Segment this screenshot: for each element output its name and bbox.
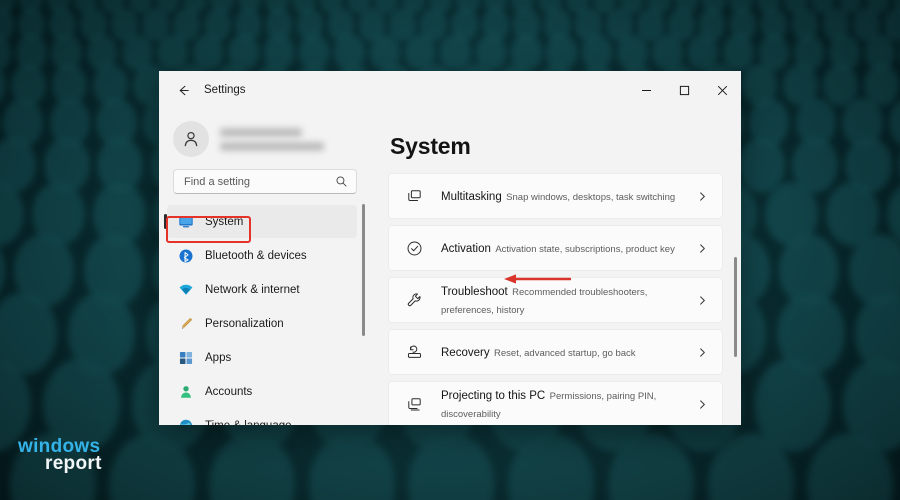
recovery-icon bbox=[403, 341, 425, 363]
search-input[interactable] bbox=[184, 175, 335, 188]
sidebar-item-label: Apps bbox=[205, 351, 232, 364]
chevron-right-icon[interactable] bbox=[697, 399, 708, 410]
card-activation[interactable]: Activation Activation state, subscriptio… bbox=[388, 225, 723, 271]
card-text: Projecting to this PC Permissions, pairi… bbox=[441, 386, 697, 422]
sidebar-item-label: Network & internet bbox=[205, 283, 300, 296]
card-multitasking[interactable]: Multitasking Snap windows, desktops, tas… bbox=[388, 173, 723, 219]
card-subtitle: Reset, advanced startup, go back bbox=[494, 348, 636, 359]
content-scrollbar[interactable] bbox=[734, 257, 737, 357]
card-troubleshoot[interactable]: Troubleshoot Recommended troubleshooters… bbox=[388, 277, 723, 323]
window-controls bbox=[627, 71, 741, 109]
back-arrow-icon[interactable] bbox=[168, 76, 198, 104]
person-icon bbox=[173, 121, 209, 157]
watermark-windows-report: windows report bbox=[18, 437, 102, 473]
card-title: Activation bbox=[441, 243, 491, 255]
wifi-icon bbox=[177, 281, 195, 299]
paintbrush-icon bbox=[177, 315, 195, 333]
sidebar: System Bluetooth & devices bbox=[159, 109, 369, 425]
wrench-icon bbox=[403, 289, 425, 311]
sidebar-item-personalization[interactable]: Personalization bbox=[167, 307, 357, 340]
page-title: System bbox=[390, 133, 471, 159]
card-title: Recovery bbox=[441, 347, 490, 359]
settings-window: Settings Find a setting System Bluetooth… bbox=[159, 71, 741, 425]
sidebar-item-accounts[interactable]: Accounts bbox=[167, 375, 357, 408]
card-recovery[interactable]: Recovery Reset, advanced startup, go bac… bbox=[388, 329, 723, 375]
card-text: Recovery Reset, advanced startup, go bac… bbox=[441, 343, 697, 361]
search-box[interactable] bbox=[173, 169, 357, 195]
sidebar-item-label: Personalization bbox=[205, 317, 284, 330]
search-icon[interactable] bbox=[335, 175, 348, 188]
projecting-icon bbox=[403, 393, 425, 415]
accounts-icon bbox=[177, 383, 195, 401]
card-text: Troubleshoot Recommended troubleshooters… bbox=[441, 282, 697, 318]
chevron-right-icon[interactable] bbox=[697, 347, 708, 358]
sidebar-item-apps[interactable]: Apps bbox=[167, 341, 357, 374]
titlebar: Settings bbox=[159, 71, 741, 109]
window-body: System Bluetooth & devices bbox=[159, 109, 741, 425]
card-title: Troubleshoot bbox=[441, 286, 508, 298]
card-title: Multitasking bbox=[441, 191, 502, 203]
watermark-line-2: report bbox=[45, 453, 102, 474]
chevron-right-icon[interactable] bbox=[697, 295, 708, 306]
apps-icon bbox=[177, 349, 195, 367]
bluetooth-icon bbox=[177, 247, 195, 265]
globe-icon bbox=[177, 417, 195, 425]
sidebar-item-bluetooth-devices[interactable]: Bluetooth & devices bbox=[167, 239, 357, 272]
monitor-icon bbox=[177, 213, 195, 231]
multitasking-icon bbox=[403, 185, 425, 207]
card-text: Multitasking Snap windows, desktops, tas… bbox=[441, 187, 697, 205]
sidebar-item-label: System bbox=[205, 215, 244, 228]
sidebar-item-label: Bluetooth & devices bbox=[205, 249, 307, 262]
window-title: Settings bbox=[204, 84, 246, 96]
user-profile[interactable] bbox=[159, 109, 369, 163]
card-subtitle: Activation state, subscriptions, product… bbox=[495, 244, 675, 255]
sidebar-item-time-language[interactable]: Time & language bbox=[167, 409, 357, 425]
close-button[interactable] bbox=[703, 71, 741, 109]
card-projecting-to-this-pc[interactable]: Projecting to this PC Permissions, pairi… bbox=[388, 381, 723, 425]
card-title: Projecting to this PC bbox=[441, 390, 546, 402]
maximize-button[interactable] bbox=[665, 71, 703, 109]
check-circle-icon bbox=[403, 237, 425, 259]
sidebar-item-label: Time & language bbox=[205, 420, 292, 425]
sidebar-item-system[interactable]: System bbox=[164, 205, 357, 239]
sidebar-nav: System Bluetooth & devices Network & int… bbox=[159, 200, 369, 425]
content-area: System Multitasking Snap windows, deskto… bbox=[369, 109, 741, 425]
sidebar-item-label: Accounts bbox=[205, 385, 253, 398]
chevron-right-icon[interactable] bbox=[697, 191, 708, 202]
card-subtitle: Snap windows, desktops, task switching bbox=[506, 192, 676, 203]
minimize-button[interactable] bbox=[627, 71, 665, 109]
chevron-right-icon[interactable] bbox=[697, 243, 708, 254]
sidebar-item-network-internet[interactable]: Network & internet bbox=[167, 273, 357, 306]
user-name-redacted bbox=[220, 127, 328, 151]
card-text: Activation Activation state, subscriptio… bbox=[441, 239, 697, 257]
sidebar-scrollbar[interactable] bbox=[362, 204, 365, 337]
